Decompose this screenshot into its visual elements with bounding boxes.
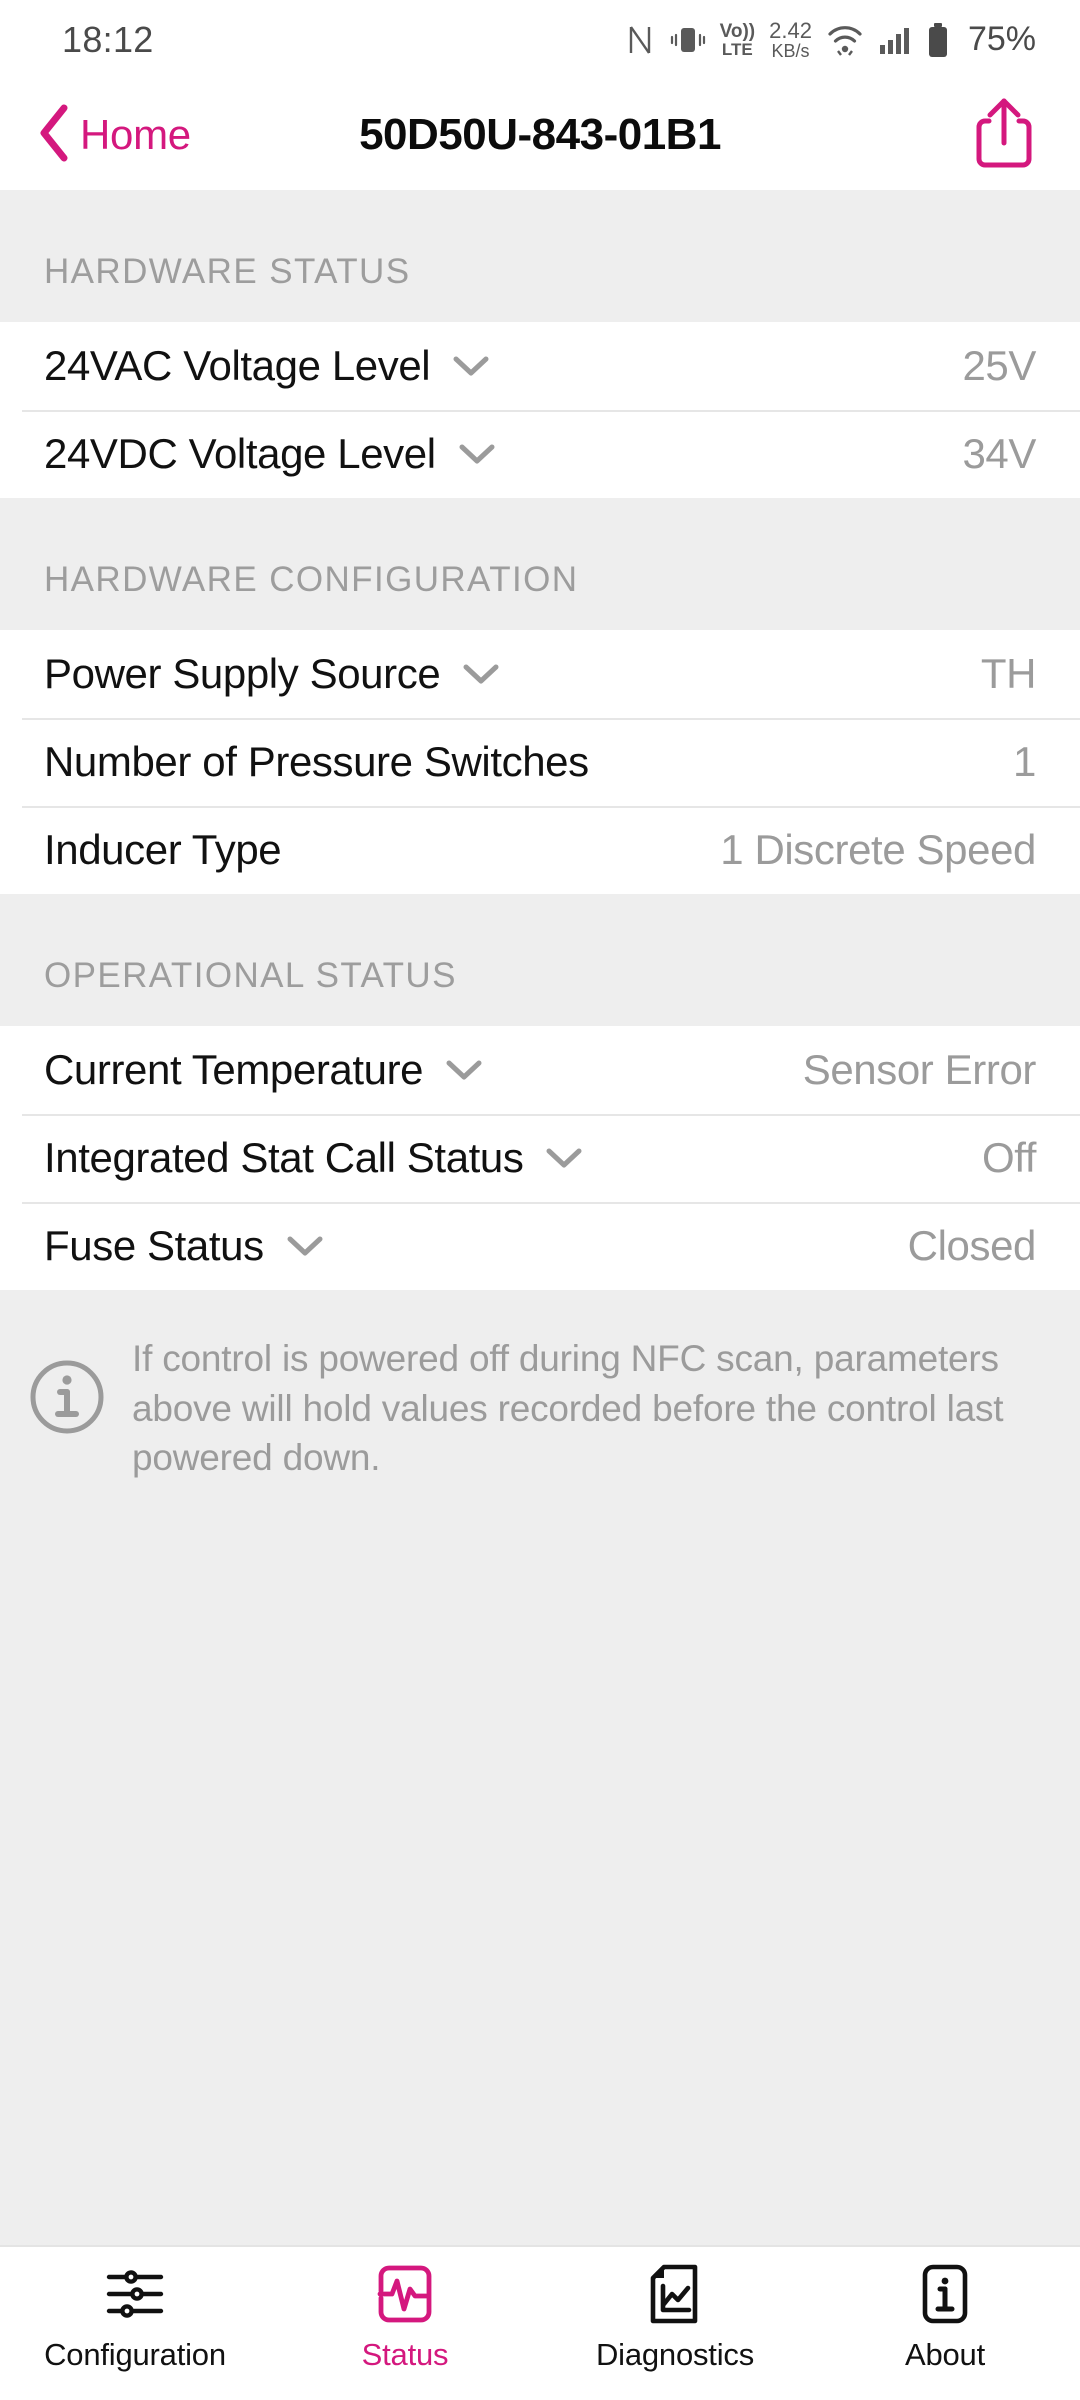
info-square-icon: [919, 2263, 971, 2325]
back-to-home-button[interactable]: Home: [34, 102, 191, 169]
status-icons: Vo)) LTE 2.42 KB/s 75%: [626, 19, 1036, 61]
network-speed-indicator: 2.42 KB/s: [769, 18, 812, 62]
row-value: TH: [980, 650, 1037, 697]
row-power-supply-source[interactable]: Power Supply Source TH: [0, 630, 1080, 718]
tab-diagnostics[interactable]: Diagnostics: [540, 2247, 810, 2373]
list-empty-space: [0, 1522, 1080, 2245]
section-header-hardware-configuration: HARDWARE CONFIGURATION: [0, 498, 1080, 630]
row-label: 24VAC Voltage Level: [44, 342, 431, 389]
row-label: Fuse Status: [44, 1222, 264, 1269]
vibrate-icon: [670, 23, 706, 57]
chevron-left-icon: [34, 102, 74, 169]
wifi-icon: [826, 23, 864, 57]
cellular-signal-icon: [878, 23, 912, 57]
chevron-down-icon[interactable]: [462, 662, 500, 686]
tab-configuration[interactable]: Configuration: [0, 2247, 270, 2373]
row-value: 1: [1013, 738, 1036, 785]
clock: 18:12: [62, 19, 154, 60]
section-rows-operational-status: Current Temperature Sensor Error Integra…: [0, 1026, 1080, 1290]
chevron-down-icon[interactable]: [452, 354, 490, 378]
row-value: Closed: [907, 1222, 1037, 1269]
row-label: 24VDC Voltage Level: [44, 430, 436, 477]
tab-label: About: [904, 2337, 985, 2372]
row-value: 34V: [962, 430, 1036, 477]
row-value: Sensor Error: [802, 1046, 1037, 1093]
row-value: 25V: [962, 342, 1036, 389]
info-circle-icon: [26, 1356, 108, 1443]
info-note-text: If control is powered off during NFC sca…: [132, 1338, 1004, 1479]
nfc-icon: [626, 23, 656, 57]
row-integrated-stat-call-status[interactable]: Integrated Stat Call Status Off: [0, 1114, 1080, 1202]
system-status-bar: 18:12 Vo)) LTE 2.42 KB/s 75%: [0, 0, 1080, 80]
tab-about[interactable]: About: [810, 2247, 1080, 2373]
section-title: HARDWARE STATUS: [44, 252, 411, 291]
tab-label: Configuration: [44, 2337, 226, 2372]
row-fuse-status[interactable]: Fuse Status Closed: [0, 1202, 1080, 1290]
tab-label: Diagnostics: [595, 2337, 755, 2372]
info-note: If control is powered off during NFC sca…: [0, 1290, 1080, 1523]
section-title: HARDWARE CONFIGURATION: [44, 560, 579, 599]
row-24vac-voltage-level[interactable]: 24VAC Voltage Level 25V: [0, 322, 1080, 410]
row-number-of-pressure-switches[interactable]: Number of Pressure Switches 1: [0, 718, 1080, 806]
back-button-label: Home: [80, 111, 191, 158]
volte-icon: Vo)) LTE: [719, 20, 756, 59]
chevron-down-icon[interactable]: [286, 1234, 324, 1258]
tab-status[interactable]: Status: [270, 2247, 540, 2373]
row-value: 1 Discrete Speed: [720, 826, 1036, 873]
section-title: OPERATIONAL STATUS: [44, 956, 457, 995]
app-header: Home 50D50U-843-01B1: [0, 80, 1080, 190]
section-header-operational-status: OPERATIONAL STATUS: [0, 894, 1080, 1026]
row-label: Inducer Type: [44, 826, 282, 873]
chevron-down-icon[interactable]: [458, 442, 496, 466]
share-button[interactable]: [964, 90, 1044, 180]
row-current-temperature[interactable]: Current Temperature Sensor Error: [0, 1026, 1080, 1114]
row-label: Number of Pressure Switches: [44, 738, 589, 785]
row-label: Current Temperature: [44, 1046, 424, 1093]
battery-percentage: 75%: [967, 20, 1036, 59]
row-label: Power Supply Source: [44, 650, 441, 697]
row-24vdc-voltage-level[interactable]: 24VDC Voltage Level 34V: [0, 410, 1080, 498]
battery-icon: [926, 22, 950, 58]
section-rows-hardware-configuration: Power Supply Source TH Number of Pressur…: [0, 630, 1080, 894]
sliders-icon: [105, 2263, 165, 2325]
chevron-down-icon[interactable]: [445, 1058, 483, 1082]
settings-list[interactable]: HARDWARE STATUS 24VAC Voltage Level 25V …: [0, 190, 1080, 2245]
row-label: Integrated Stat Call Status: [44, 1134, 524, 1181]
tab-label: Status: [361, 2337, 449, 2372]
app-screen: 18:12 Vo)) LTE 2.42 KB/s 75% Home 50D50U…: [0, 0, 1080, 2400]
chevron-down-icon[interactable]: [545, 1146, 583, 1170]
row-value: Off: [981, 1134, 1036, 1181]
bottom-navigation-bar: Configuration Status Diagnostics About: [0, 2245, 1080, 2400]
section-rows-hardware-status: 24VAC Voltage Level 25V 24VDC Voltage Le…: [0, 322, 1080, 498]
row-inducer-type[interactable]: Inducer Type 1 Discrete Speed: [0, 806, 1080, 894]
document-chart-icon: [647, 2263, 703, 2325]
pulse-icon: [376, 2263, 434, 2325]
share-icon: [973, 95, 1035, 176]
section-header-hardware-status: HARDWARE STATUS: [0, 190, 1080, 322]
